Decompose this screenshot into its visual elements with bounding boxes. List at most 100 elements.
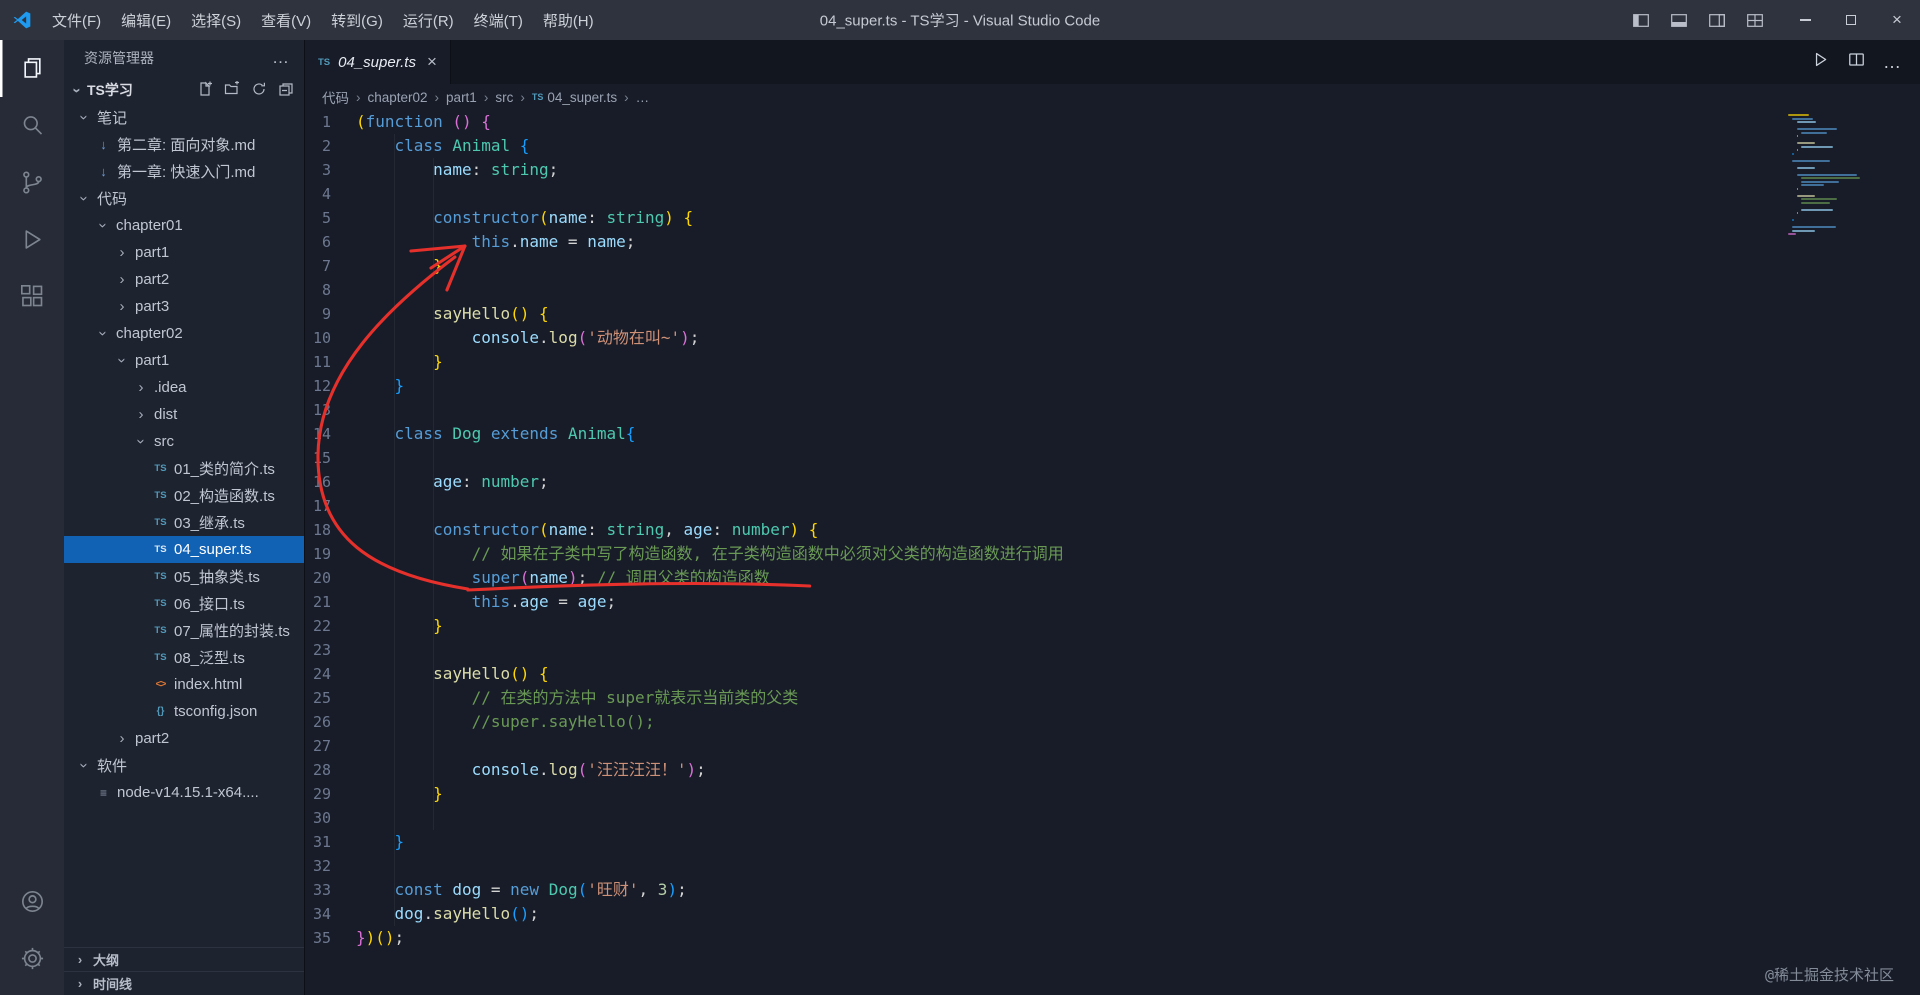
tree-item-node-v14.15.1-x64....[interactable]: ≡ node-v14.15.1-x64.... xyxy=(64,779,304,806)
line-number[interactable]: 6 xyxy=(305,230,331,254)
source-control-icon[interactable] xyxy=(0,154,64,211)
code-line-33[interactable]: 33 const dog = new Dog('旺财', 3); xyxy=(305,878,1920,902)
line-number[interactable]: 15 xyxy=(305,446,331,470)
split-editor-icon[interactable] xyxy=(1847,50,1866,74)
code-line-24[interactable]: 24 sayHello() { xyxy=(305,662,1920,686)
code-line-4[interactable]: 4 xyxy=(305,182,1920,206)
tree-item-src[interactable]: › src xyxy=(64,428,304,455)
code-line-21[interactable]: 21 this.age = age; xyxy=(305,590,1920,614)
menu-item[interactable]: 转到(G) xyxy=(321,6,393,35)
code-line-11[interactable]: 11 } xyxy=(305,350,1920,374)
line-number[interactable]: 14 xyxy=(305,422,331,446)
extensions-icon[interactable] xyxy=(0,268,64,325)
code-line-1[interactable]: 1 (function () { xyxy=(305,110,1920,134)
code-line-25[interactable]: 25 // 在类的方法中 super就表示当前类的父类 xyxy=(305,686,1920,710)
tree-item-01_类的简介.ts[interactable]: TS 01_类的简介.ts xyxy=(64,455,304,482)
code-line-15[interactable]: 15 xyxy=(305,446,1920,470)
breadcrumb-item[interactable]: TS 04_super.ts xyxy=(532,90,617,105)
line-number[interactable]: 2 xyxy=(305,134,331,158)
line-number[interactable]: 16 xyxy=(305,470,331,494)
tree-item-index.html[interactable]: <> index.html xyxy=(64,671,304,698)
code-line-13[interactable]: 13 xyxy=(305,398,1920,422)
code-line-16[interactable]: 16 age: number; xyxy=(305,470,1920,494)
code-line-35[interactable]: 35})(); xyxy=(305,926,1920,950)
tree-item-part1[interactable]: › part1 xyxy=(64,347,304,374)
tree-item-tsconfig.json[interactable]: {} tsconfig.json xyxy=(64,698,304,725)
line-number[interactable]: 28 xyxy=(305,758,331,782)
customize-layout-icon[interactable] xyxy=(1738,13,1772,27)
settings-gear-icon[interactable] xyxy=(0,930,64,987)
line-number[interactable]: 17 xyxy=(305,494,331,518)
minimize-button[interactable] xyxy=(1782,0,1828,40)
explorer-icon[interactable] xyxy=(0,40,64,97)
line-number[interactable]: 32 xyxy=(305,854,331,878)
run-debug-icon[interactable] xyxy=(0,211,64,268)
tree-item-08_泛型.ts[interactable]: TS 08_泛型.ts xyxy=(64,644,304,671)
breadcrumb-item[interactable]: part1 xyxy=(446,90,477,105)
line-number[interactable]: 29 xyxy=(305,782,331,806)
line-number[interactable]: 22 xyxy=(305,614,331,638)
close-button[interactable]: × xyxy=(1874,0,1920,40)
line-number[interactable]: 31 xyxy=(305,830,331,854)
tree-item-03_继承.ts[interactable]: TS 03_继承.ts xyxy=(64,509,304,536)
code-line-2[interactable]: 2 class Animal { xyxy=(305,134,1920,158)
new-folder-icon[interactable] xyxy=(224,80,240,100)
line-number[interactable]: 13 xyxy=(305,398,331,422)
run-file-icon[interactable] xyxy=(1811,50,1830,74)
code-line-19[interactable]: 19 // 如果在子类中写了构造函数, 在子类构造函数中必须对父类的构造函数进行… xyxy=(305,542,1920,566)
code-line-3[interactable]: 3 name: string; xyxy=(305,158,1920,182)
code-line-34[interactable]: 34 dog.sayHello(); xyxy=(305,902,1920,926)
search-icon[interactable] xyxy=(0,97,64,154)
code-line-5[interactable]: 5 constructor(name: string) { xyxy=(305,206,1920,230)
line-number[interactable]: 27 xyxy=(305,734,331,758)
code-line-23[interactable]: 23 xyxy=(305,638,1920,662)
tree-item-.idea[interactable]: › .idea xyxy=(64,374,304,401)
code-line-31[interactable]: 31 } xyxy=(305,830,1920,854)
code-line-28[interactable]: 28 console.log('汪汪汪汪！'); xyxy=(305,758,1920,782)
line-number[interactable]: 1 xyxy=(305,110,331,134)
code-line-9[interactable]: 9 sayHello() { xyxy=(305,302,1920,326)
tree-item-part2[interactable]: › part2 xyxy=(64,725,304,752)
line-number[interactable]: 9 xyxy=(305,302,331,326)
line-number[interactable]: 18 xyxy=(305,518,331,542)
line-number[interactable]: 3 xyxy=(305,158,331,182)
toggle-panel-icon[interactable] xyxy=(1662,13,1696,27)
code-line-10[interactable]: 10 console.log('动物在叫~'); xyxy=(305,326,1920,350)
line-number[interactable]: 7 xyxy=(305,254,331,278)
timeline-panel-header[interactable]: › 时间线 xyxy=(64,971,304,995)
code-line-29[interactable]: 29 } xyxy=(305,782,1920,806)
menu-item[interactable]: 查看(V) xyxy=(251,6,321,35)
menu-item[interactable]: 终端(T) xyxy=(464,6,533,35)
line-number[interactable]: 8 xyxy=(305,278,331,302)
toggle-sidebar-icon[interactable] xyxy=(1624,13,1658,27)
line-number[interactable]: 30 xyxy=(305,806,331,830)
tree-item-06_接口.ts[interactable]: TS 06_接口.ts xyxy=(64,590,304,617)
account-icon[interactable] xyxy=(0,873,64,930)
tree-item-part3[interactable]: › part3 xyxy=(64,293,304,320)
tree-item-软件[interactable]: › 软件 xyxy=(64,752,304,779)
code-line-18[interactable]: 18 constructor(name: string, age: number… xyxy=(305,518,1920,542)
tree-item-第一章: 快速入门.md[interactable]: ↓ 第一章: 快速入门.md xyxy=(64,158,304,185)
maximize-button[interactable] xyxy=(1828,0,1874,40)
tree-item-chapter02[interactable]: › chapter02 xyxy=(64,320,304,347)
tree-item-04_super.ts[interactable]: TS 04_super.ts xyxy=(64,536,304,563)
line-number[interactable]: 33 xyxy=(305,878,331,902)
code-line-30[interactable]: 30 xyxy=(305,806,1920,830)
line-number[interactable]: 23 xyxy=(305,638,331,662)
tree-item-part2[interactable]: › part2 xyxy=(64,266,304,293)
line-number[interactable]: 11 xyxy=(305,350,331,374)
menu-item[interactable]: 文件(F) xyxy=(42,6,111,35)
code-line-12[interactable]: 12 } xyxy=(305,374,1920,398)
tab-04-super-ts[interactable]: TS 04_super.ts × xyxy=(305,40,451,84)
workspace-section-header[interactable]: › TS学习 xyxy=(64,76,304,104)
code-line-17[interactable]: 17 xyxy=(305,494,1920,518)
menu-item[interactable]: 编辑(E) xyxy=(111,6,181,35)
code-line-8[interactable]: 8 xyxy=(305,278,1920,302)
line-number[interactable]: 21 xyxy=(305,590,331,614)
code-line-32[interactable]: 32 xyxy=(305,854,1920,878)
more-actions-icon[interactable]: … xyxy=(1883,52,1902,73)
collapse-all-icon[interactable] xyxy=(278,81,294,100)
code-line-20[interactable]: 20 super(name); // 调用父类的构造函数 xyxy=(305,566,1920,590)
explorer-more-actions-icon[interactable]: … xyxy=(272,48,290,68)
line-number[interactable]: 12 xyxy=(305,374,331,398)
